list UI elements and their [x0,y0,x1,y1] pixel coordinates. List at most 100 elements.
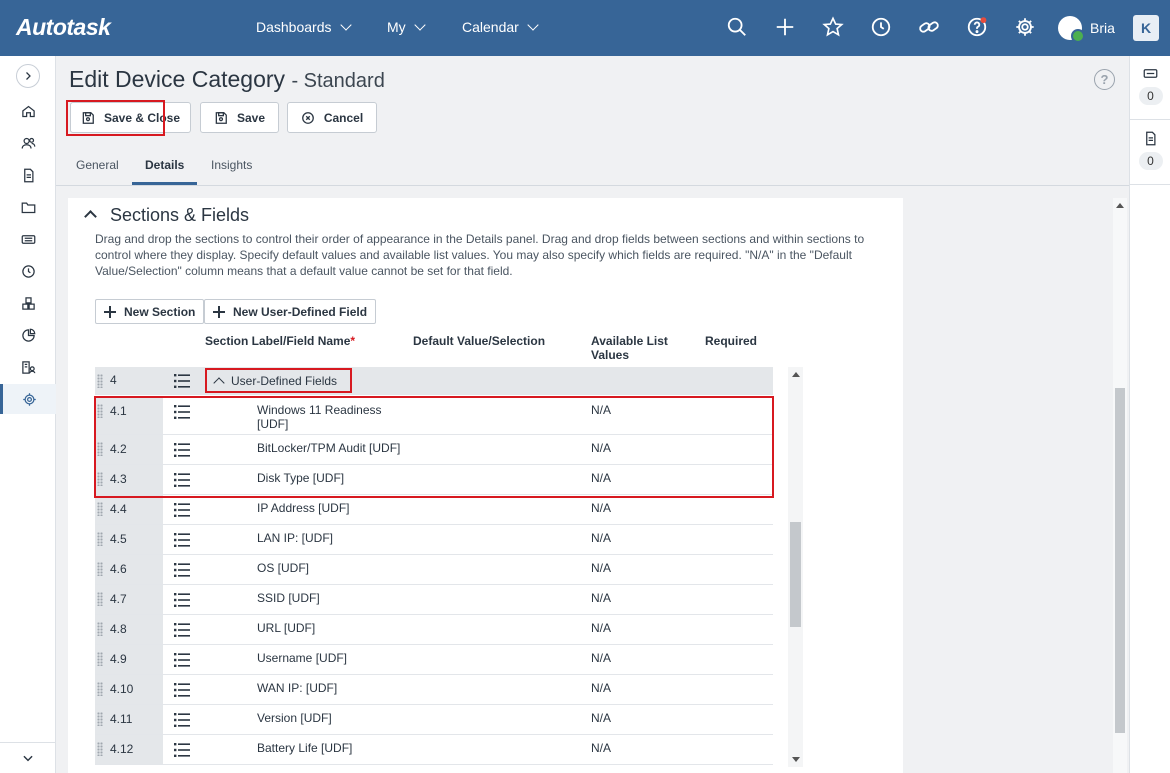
table-row[interactable]: 4.4 IP Address [UDF] N/A [95,495,773,525]
notes-count: 0 [1138,152,1163,170]
table-row[interactable]: 4.2 BitLocker/TPM Audit [UDF] N/A [95,435,773,465]
star-icon[interactable] [820,14,846,40]
page-title: Edit Device Category - Standard [69,66,385,93]
section-row[interactable]: 4 User-Defined Fields [95,367,773,395]
page-scrollbar-thumb[interactable] [1115,388,1125,733]
row-number: 4.6 [110,562,127,576]
sidebar-item-settings[interactable] [0,384,56,414]
list-icon[interactable] [174,443,190,457]
default-value: N/A [591,591,612,605]
field-name: Windows 11 Readiness [UDF] [257,403,382,431]
drag-handle-icon[interactable] [97,404,103,418]
table-row[interactable]: 4.6 OS [UDF] N/A [95,555,773,585]
nav-dashboards[interactable]: Dashboards [256,18,352,35]
sidebar-item-service-desk[interactable] [0,224,56,254]
sidebar-more-button[interactable] [0,742,56,772]
table-row[interactable]: 4.3 Disk Type [UDF] N/A [95,465,773,495]
page-scrollbar[interactable] [1113,198,1127,773]
drag-handle-icon[interactable] [97,592,103,606]
list-icon[interactable] [174,533,190,547]
scroll-up-arrow[interactable] [1116,203,1124,208]
tab-details[interactable]: Details [145,158,184,172]
grid-scroll-up-arrow[interactable] [792,372,800,377]
chevron-up-icon[interactable] [213,377,225,389]
help-notification-icon[interactable] [964,14,990,40]
drag-handle-icon[interactable] [97,532,103,546]
list-icon[interactable] [174,593,190,607]
drag-handle-icon[interactable] [97,682,103,696]
list-icon[interactable] [174,473,190,487]
kaseya-launcher-button[interactable]: K [1133,15,1159,41]
tab-general[interactable]: General [76,158,119,172]
sidebar-item-crm[interactable] [0,128,56,158]
link-icon[interactable] [916,14,942,40]
new-section-button[interactable]: New Section [95,299,205,324]
list-icon[interactable] [174,653,190,667]
sidebar-item-admin[interactable] [0,352,56,382]
row-number: 4.5 [110,532,127,546]
field-name: Disk Type [UDF] [257,471,345,485]
drag-handle-icon[interactable] [97,562,103,576]
section-label[interactable]: User-Defined Fields [207,370,337,392]
add-icon[interactable] [772,14,798,40]
default-value: N/A [591,501,612,515]
help-button[interactable]: ? [1094,69,1115,90]
list-icon[interactable] [174,713,190,727]
nav-my[interactable]: My [387,18,426,35]
list-icon[interactable] [174,503,190,517]
grid-scrollbar-thumb[interactable] [790,522,801,627]
list-icon[interactable] [174,405,190,419]
table-row[interactable]: 4.9 Username [UDF] N/A [95,645,773,675]
sidebar-item-projects[interactable] [0,192,56,222]
grid-scrollbar[interactable] [788,367,803,767]
sidebar-item-inventory[interactable] [0,288,56,318]
folder-icon [21,202,35,213]
table-row[interactable]: 4.8 URL [UDF] N/A [95,615,773,645]
field-name: OS [UDF] [257,561,310,575]
user-menu[interactable]: Bria [1058,16,1115,43]
drag-handle-icon[interactable] [97,652,103,666]
new-udf-button[interactable]: New User-Defined Field [204,299,377,324]
top-navigation-bar: Autotask Dashboards My Calendar Bria K [0,0,1170,56]
list-icon[interactable] [174,683,190,697]
sidebar-item-contracts[interactable] [0,160,56,190]
drag-handle-icon[interactable] [97,622,103,636]
tickets-widget[interactable]: 0 [1130,56,1170,120]
drag-handle-icon[interactable] [97,712,103,726]
table-row[interactable]: 4.12 Battery Life [UDF] N/A [95,735,773,765]
grid-scroll-down-arrow[interactable] [792,757,800,762]
home-icon [21,105,35,117]
table-row[interactable]: 4.11 Version [UDF] N/A [95,705,773,735]
save-and-close-button[interactable]: Save & Close [70,102,191,133]
list-icon[interactable] [174,623,190,637]
gear-icon[interactable] [1012,14,1038,40]
table-row[interactable]: 4.1 Windows 11 Readiness [UDF] N/A [95,397,773,435]
drag-handle-icon[interactable] [97,742,103,756]
nav-calendar[interactable]: Calendar [462,18,539,35]
field-name: Version [UDF] [257,711,332,725]
table-row[interactable]: 4.5 LAN IP: [UDF] N/A [95,525,773,555]
drag-handle-icon[interactable] [97,374,103,388]
list-icon[interactable] [174,743,190,757]
table-row[interactable]: 4.7 SSID [UDF] N/A [95,585,773,615]
notes-widget[interactable]: 0 [1130,121,1170,185]
sidebar-item-home[interactable] [0,96,56,126]
field-name: BitLocker/TPM Audit [UDF] [257,441,401,455]
sidebar-item-reports[interactable] [0,320,56,350]
save-button[interactable]: Save [200,102,279,133]
table-row[interactable]: 4.10 WAN IP: [UDF] N/A [95,675,773,705]
drag-handle-icon[interactable] [97,502,103,516]
tab-insights[interactable]: Insights [211,158,252,172]
list-icon[interactable] [174,374,190,388]
list-icon[interactable] [174,563,190,577]
drag-handle-icon[interactable] [97,472,103,486]
expand-sidebar-button[interactable] [16,64,40,88]
left-sidebar [0,56,56,773]
column-header-label: Section Label/Field Name* [205,334,355,348]
drag-handle-icon[interactable] [97,442,103,456]
cancel-button[interactable]: Cancel [287,102,377,133]
search-icon[interactable] [724,14,750,40]
autotask-logo[interactable]: Autotask [16,14,111,41]
clock-icon[interactable] [868,14,894,40]
sidebar-item-timesheets[interactable] [0,256,56,286]
